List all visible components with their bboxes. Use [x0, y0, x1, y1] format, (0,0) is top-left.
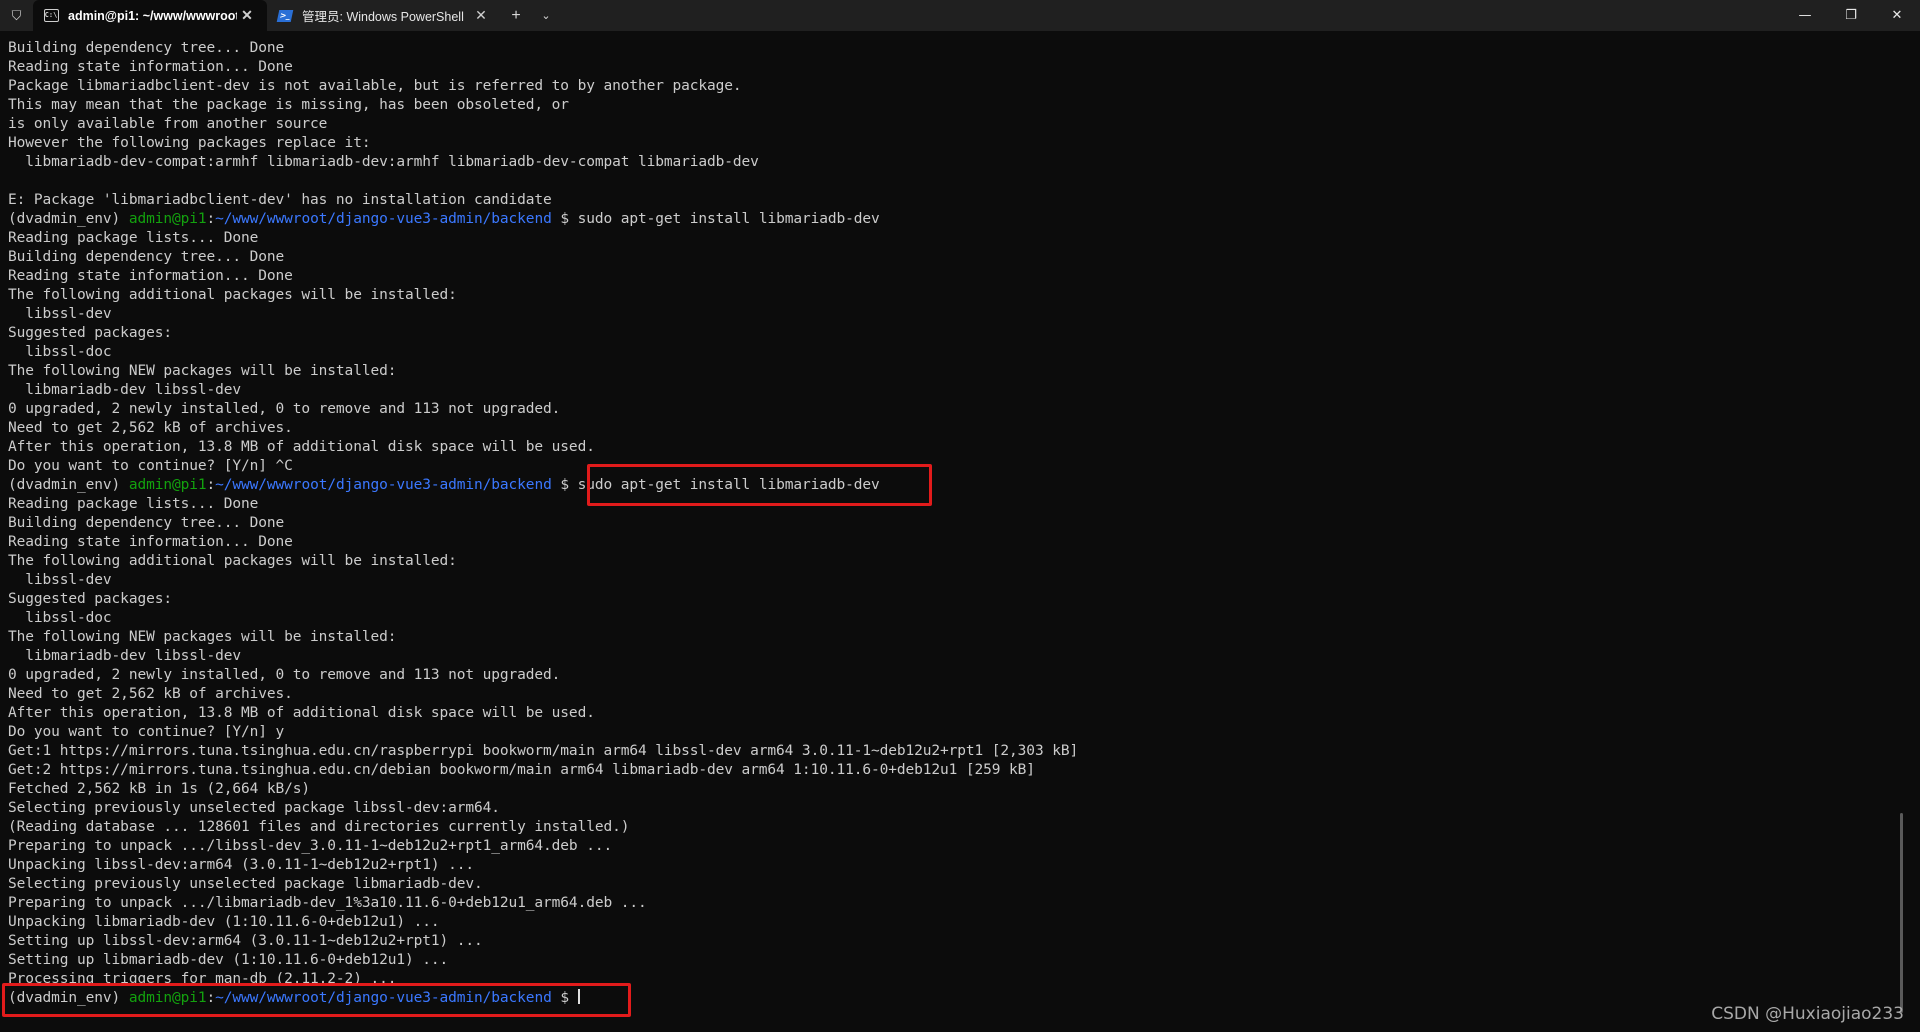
- output-line: libmariadb-dev libssl-dev: [8, 382, 242, 398]
- prompt-env: (dvadmin_env): [8, 211, 129, 227]
- output-line: Building dependency tree... Done: [8, 249, 285, 265]
- output-line: Do you want to continue? [Y/n] y: [8, 724, 285, 740]
- output-line: Reading state information... Done: [8, 268, 293, 284]
- output-line: Suggested packages:: [8, 591, 172, 607]
- output-line: Selecting previously unselected package …: [8, 800, 500, 816]
- output-line: However the following packages replace i…: [8, 135, 371, 151]
- prompt-symbol: $: [551, 990, 578, 1006]
- prompt-colon: :: [206, 477, 216, 493]
- restore-button[interactable]: ❐: [1828, 0, 1874, 31]
- output-line: The following additional packages will b…: [8, 553, 457, 569]
- output-line: Building dependency tree... Done: [8, 40, 285, 56]
- output-line: is only available from another source: [8, 116, 328, 132]
- window-controls: — ❐ ✕: [1782, 0, 1920, 31]
- output-line: Preparing to unpack .../libmariadb-dev_1…: [8, 895, 647, 911]
- output-line: Do you want to continue? [Y/n] ^C: [8, 458, 293, 474]
- output-line: Need to get 2,562 kB of archives.: [8, 686, 293, 702]
- output-line: libmariadb-dev libssl-dev: [8, 648, 242, 664]
- output-line: 0 upgraded, 2 newly installed, 0 to remo…: [8, 667, 561, 683]
- output-line: libssl-doc: [8, 344, 112, 360]
- scrollbar[interactable]: [1900, 813, 1903, 1013]
- output-line: The following NEW packages will be insta…: [8, 629, 397, 645]
- output-line: Setting up libssl-dev:arm64 (3.0.11-1~de…: [8, 933, 483, 949]
- output-line: libssl-dev: [8, 306, 112, 322]
- output-line: Unpacking libmariadb-dev (1:10.11.6-0+de…: [8, 914, 440, 930]
- output-line: Fetched 2,562 kB in 1s (2,664 kB/s): [8, 781, 311, 797]
- powershell-icon: >_: [276, 9, 294, 23]
- output-line: Need to get 2,562 kB of archives.: [8, 420, 293, 436]
- watermark: CSDN @Huxiaojiao233: [1711, 1004, 1904, 1024]
- prompt-symbol: $: [551, 477, 578, 493]
- prompt-colon: :: [206, 211, 216, 227]
- terminal-output[interactable]: Building dependency tree... Done Reading …: [0, 31, 1906, 1032]
- close-tab-icon[interactable]: ✕: [471, 7, 491, 24]
- tab-title: 管理员: Windows PowerShell: [302, 10, 464, 24]
- output-line: Preparing to unpack .../libssl-dev_3.0.1…: [8, 838, 613, 854]
- output-line: Setting up libmariadb-dev (1:10.11.6-0+d…: [8, 952, 449, 968]
- prompt-user-host: admin@pi1: [128, 990, 207, 1006]
- prompt-path: ~/www/wwwroot/django-vue3-admin/backend: [215, 477, 552, 493]
- output-line: Reading state information... Done: [8, 534, 293, 550]
- chevron-down-icon[interactable]: ⌄: [531, 0, 561, 31]
- prompt-line: (dvadmin_env) admin@pi1:~/www/wwwroot/dj…: [8, 476, 1078, 495]
- output-line: After this operation, 13.8 MB of additio…: [8, 705, 595, 721]
- output-line: Processing triggers for man-db (2.11.2-2…: [8, 971, 397, 987]
- command-text: sudo apt-get install libmariadb-dev: [577, 477, 880, 493]
- output-line: (Reading database ... 128601 files and d…: [8, 819, 630, 835]
- prompt-user-host: admin@pi1: [128, 211, 207, 227]
- close-button[interactable]: ✕: [1874, 0, 1920, 31]
- tab-ssh-session[interactable]: C:\ admin@pi1: ~/www/wwwroot, ✕: [33, 0, 267, 31]
- output-line: E: Package 'libmariadbclient-dev' has no…: [8, 192, 552, 208]
- output-line: Building dependency tree... Done: [8, 515, 285, 531]
- new-tab-button[interactable]: +: [501, 0, 531, 31]
- output-line: Selecting previously unselected package …: [8, 876, 483, 892]
- text-cursor: [577, 989, 580, 1004]
- output-line: This may mean that the package is missin…: [8, 97, 569, 113]
- output-line: The following additional packages will b…: [8, 287, 457, 303]
- prompt-path: ~/www/wwwroot/django-vue3-admin/backend: [215, 211, 552, 227]
- tab-powershell[interactable]: >_ 管理员: Windows PowerShell ✕: [267, 0, 501, 31]
- output-line: libssl-doc: [8, 610, 112, 626]
- shield-icon: ⛉: [11, 7, 22, 23]
- prompt-env: (dvadmin_env): [8, 477, 129, 493]
- prompt-line: (dvadmin_env) admin@pi1:~/www/wwwroot/dj…: [8, 210, 1078, 229]
- prompt-symbol: $: [551, 211, 578, 227]
- prompt-colon: :: [206, 990, 216, 1006]
- output-line: Reading state information... Done: [8, 59, 293, 75]
- prompt-user-host: admin@pi1: [128, 477, 207, 493]
- terminal-text: Building dependency tree... Done Reading …: [8, 39, 1078, 1008]
- output-line: Package libmariadbclient-dev is not avai…: [8, 78, 742, 94]
- output-line: Unpacking libssl-dev:arm64 (3.0.11-1~deb…: [8, 857, 475, 873]
- tab-title: admin@pi1: ~/www/wwwroot,: [68, 8, 237, 23]
- output-line: libmariadb-dev-compat:armhf libmariadb-d…: [8, 154, 759, 170]
- output-line: Reading package lists... Done: [8, 496, 259, 512]
- prompt-env: (dvadmin_env): [8, 990, 129, 1006]
- output-line: After this operation, 13.8 MB of additio…: [8, 439, 595, 455]
- output-line: Get:2 https://mirrors.tuna.tsinghua.edu.…: [8, 762, 1035, 778]
- terminal-icon: C:\: [43, 9, 59, 23]
- command-text: sudo apt-get install libmariadb-dev: [577, 211, 880, 227]
- prompt-line: (dvadmin_env) admin@pi1:~/www/wwwroot/dj…: [8, 989, 1078, 1008]
- prompt-path: ~/www/wwwroot/django-vue3-admin/backend: [215, 990, 552, 1006]
- output-line: Get:1 https://mirrors.tuna.tsinghua.edu.…: [8, 743, 1079, 759]
- output-line: Suggested packages:: [8, 325, 172, 341]
- output-line: libssl-dev: [8, 572, 112, 588]
- output-line: Reading package lists... Done: [8, 230, 259, 246]
- output-line: The following NEW packages will be insta…: [8, 363, 397, 379]
- output-line: 0 upgraded, 2 newly installed, 0 to remo…: [8, 401, 561, 417]
- minimize-button[interactable]: —: [1782, 0, 1828, 31]
- close-tab-icon[interactable]: ✕: [237, 7, 257, 24]
- title-bar: ⛉ C:\ admin@pi1: ~/www/wwwroot, ✕ >_ 管理员…: [0, 0, 1920, 31]
